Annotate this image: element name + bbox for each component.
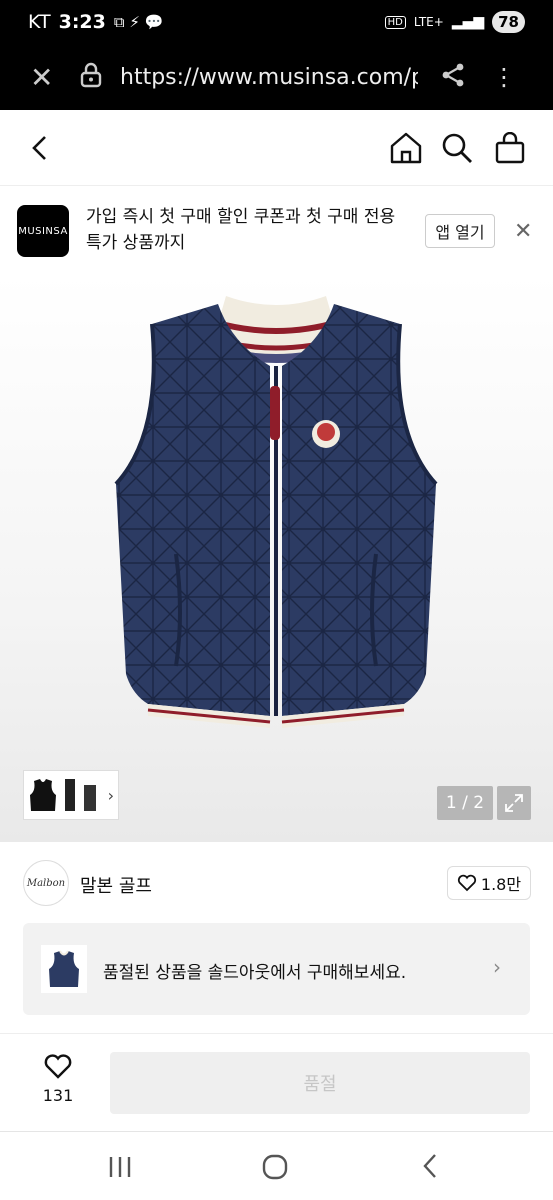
- soldout-purchase-button[interactable]: 품절: [110, 1052, 530, 1114]
- thumbnail-detail-icon: [65, 779, 75, 811]
- more-options-icon[interactable]: ⋮: [492, 63, 516, 91]
- close-tab-icon[interactable]: ✕: [30, 61, 64, 94]
- home-icon[interactable]: [389, 132, 423, 168]
- product-gallery[interactable]: › 1 / 2: [0, 274, 553, 842]
- soldout-notice-text: 품절된 상품을 솔드아웃에서 구매해보세요.: [103, 963, 407, 983]
- app-promo-banner: MUSINSA 가입 즉시 첫 구매 할인 쿠폰과 첫 구매 전용 특가 상품까…: [0, 186, 553, 274]
- status-bar: KT 3:23 ⧉ ⚡ 💬 HD LTE+ ▂▄▆ 78: [0, 0, 553, 44]
- android-navigation-bar: [0, 1131, 553, 1200]
- hd-voice-icon: HD: [384, 15, 406, 29]
- search-icon[interactable]: [441, 132, 473, 168]
- image-counter: 1 / 2: [437, 786, 493, 820]
- chevron-right-icon[interactable]: ›: [108, 786, 114, 805]
- shopping-bag-icon[interactable]: [495, 131, 525, 168]
- brand-like-button[interactable]: 1.8만: [447, 866, 531, 900]
- brand-row: Malbon 말본 골프 1.8만: [0, 842, 553, 926]
- home-button-icon[interactable]: [262, 1154, 288, 1184]
- browser-url-bar: ✕ https://www.musinsa.com/products ⋮: [0, 44, 553, 110]
- purchase-bar: 131 품절: [0, 1033, 553, 1131]
- vest-thumbnail-icon: [49, 950, 79, 987]
- soldout-notice[interactable]: 품절된 상품을 솔드아웃에서 구매해보세요. ›: [23, 923, 530, 1015]
- network-type: LTE+: [413, 15, 444, 29]
- product-image: [114, 296, 438, 728]
- soldout-thumbnail: [41, 945, 87, 993]
- back-arrow-icon[interactable]: [28, 134, 52, 166]
- recent-apps-icon[interactable]: [107, 1154, 133, 1184]
- product-like-button[interactable]: 131: [35, 1052, 81, 1105]
- notification-icons: ⧉ ⚡ 💬: [113, 13, 164, 31]
- signal-icon: ▂▄▆: [451, 14, 485, 30]
- share-icon[interactable]: [440, 62, 466, 92]
- brand-avatar[interactable]: Malbon: [23, 860, 69, 906]
- banner-close-icon[interactable]: ✕: [514, 219, 532, 244]
- chevron-right-icon: ›: [493, 955, 501, 979]
- musinsa-logo: MUSINSA: [17, 205, 69, 257]
- promo-message: 가입 즉시 첫 구매 할인 쿠폰과 첫 구매 전용 특가 상품까지: [86, 207, 396, 253]
- clock: 3:23: [58, 11, 106, 33]
- brand-like-count: 1.8만: [480, 875, 522, 894]
- expand-icon[interactable]: [497, 786, 531, 820]
- back-button-icon[interactable]: [420, 1152, 440, 1184]
- thumbnail-strip[interactable]: ›: [23, 770, 119, 820]
- heart-icon: [44, 1054, 72, 1079]
- thumbnail-back-icon: [84, 785, 96, 811]
- heart-icon: [457, 874, 476, 892]
- lock-icon[interactable]: [80, 62, 104, 92]
- brand-name[interactable]: 말본 골프: [80, 872, 152, 898]
- battery-indicator: 78: [492, 11, 525, 33]
- site-header: [0, 110, 553, 186]
- thumbnail-vest-icon: [30, 779, 56, 811]
- open-app-button[interactable]: 앱 열기: [425, 214, 495, 248]
- carrier-label: KT: [28, 11, 51, 33]
- product-like-count: 131: [42, 1086, 74, 1105]
- url-field[interactable]: https://www.musinsa.com/products: [120, 65, 418, 90]
